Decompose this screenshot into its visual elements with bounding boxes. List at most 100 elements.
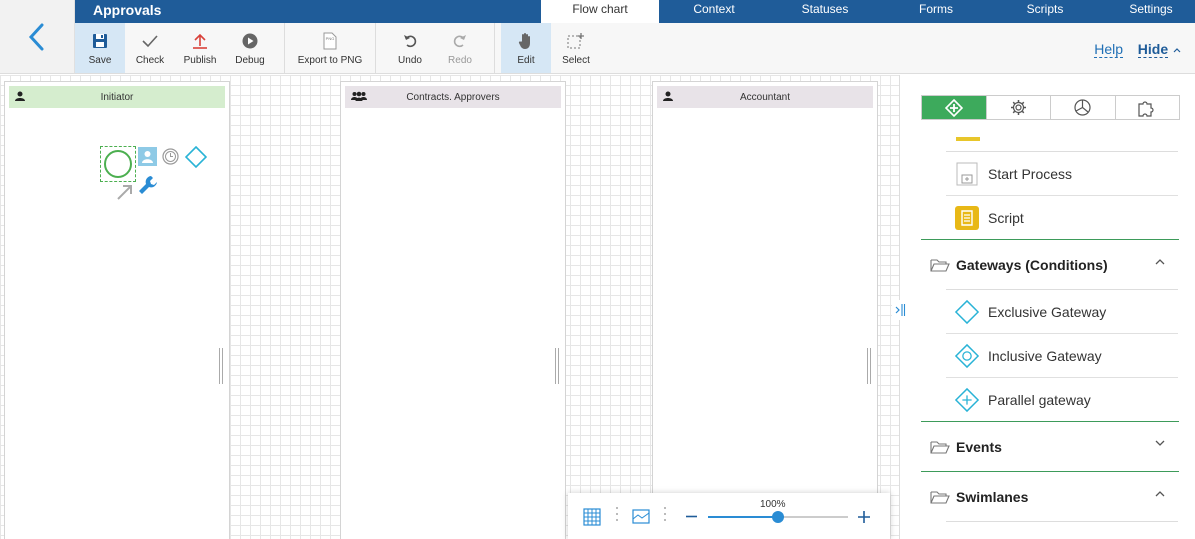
item-script[interactable]: Script	[946, 196, 1178, 240]
zoom-slider[interactable]	[708, 511, 848, 523]
wrench-icon[interactable]	[137, 174, 159, 196]
undo-button[interactable]: Undo	[385, 23, 435, 73]
section-swimlanes[interactable]: Swimlanes	[921, 471, 1179, 521]
tab-forms[interactable]: Forms	[881, 0, 991, 23]
swimlane-title: Contracts. Approvers	[406, 91, 500, 103]
assign-task-icon[interactable]	[138, 147, 157, 166]
chevron-down-icon	[1155, 440, 1165, 446]
select-mode-button[interactable]: Select	[551, 23, 601, 73]
zoom-in-icon[interactable]	[858, 511, 870, 523]
item-parallel-gateway[interactable]: Parallel gateway	[946, 378, 1178, 422]
edit-mode-button[interactable]: Edit	[501, 23, 551, 73]
gear-icon	[1010, 100, 1026, 115]
section-gateways[interactable]: Gateways (Conditions)	[921, 239, 1179, 289]
item-label: Exclusive Gateway	[988, 303, 1107, 320]
item-divider	[946, 521, 1178, 522]
item-start-process[interactable]: Start Process	[946, 152, 1178, 196]
section-title: Swimlanes	[956, 488, 1029, 505]
toolbar-divider	[494, 23, 495, 73]
tab-flow-chart[interactable]: Flow chart	[541, 0, 659, 23]
tab-elements[interactable]	[922, 96, 987, 119]
swimlane-accountant[interactable]: Accountant	[652, 81, 878, 539]
flowchart-canvas[interactable]: Initiator Contracts. Approvers Accountan…	[0, 75, 899, 539]
section-title: Gateways (Conditions)	[956, 256, 1108, 273]
back-button[interactable]	[0, 0, 75, 74]
hide-button[interactable]: Hide	[1137, 41, 1181, 58]
section-title: Events	[956, 438, 1002, 455]
upload-arrow-icon	[192, 31, 208, 51]
item-label: Script	[988, 209, 1024, 226]
elements-panel: Start Process Script Gateways (Condition…	[899, 75, 1195, 539]
selection-icon	[567, 31, 585, 51]
floppy-disk-icon	[92, 31, 108, 51]
zoom-slider-knob[interactable]	[772, 511, 784, 523]
lane-resize-handle[interactable]	[555, 348, 559, 384]
inclusive-gateway-icon	[955, 343, 979, 368]
item-inclusive-gateway[interactable]: Inclusive Gateway	[946, 334, 1178, 378]
swimlane-contracts-approvers[interactable]: Contracts. Approvers	[340, 81, 566, 539]
tab-settings[interactable]: Settings	[1099, 0, 1195, 23]
redo-button[interactable]: Redo	[435, 23, 485, 73]
swimlane-header[interactable]: Initiator	[9, 86, 225, 108]
app-title: Approvals	[93, 2, 162, 18]
parallel-gateway-icon	[955, 387, 979, 413]
tab-scripts[interactable]: Scripts	[991, 0, 1099, 23]
tab-settings-panel[interactable]	[987, 96, 1051, 119]
save-label: Save	[88, 55, 112, 66]
zoom-panel: 100%	[568, 493, 890, 539]
publish-label: Publish	[183, 55, 217, 66]
png-file-icon: PNG	[323, 31, 337, 51]
check-label: Check	[135, 55, 165, 66]
tab-statuses[interactable]: Statuses	[769, 0, 881, 23]
main-tabs: Flow chart Context Statuses Forms Script…	[541, 0, 1195, 23]
tab-context[interactable]: Context	[659, 0, 769, 23]
zoom-out-icon[interactable]	[686, 511, 697, 522]
top-bar: Approvals Flow chart Context Statuses Fo…	[75, 0, 1195, 23]
chevron-left-icon	[28, 23, 44, 50]
exclusive-gateway-icon	[955, 299, 979, 324]
chart-icon	[1074, 99, 1091, 116]
minimap-icon[interactable]	[632, 509, 650, 524]
tab-extensions[interactable]	[1116, 96, 1180, 119]
start-event[interactable]	[100, 146, 136, 182]
check-button[interactable]: Check	[125, 23, 175, 73]
debug-label: Debug	[235, 55, 265, 66]
hide-label: Hide	[1137, 41, 1169, 58]
save-button[interactable]: Save	[75, 23, 125, 73]
folder-open-icon	[930, 440, 950, 454]
edit-label: Edit	[517, 55, 535, 66]
user-icon	[15, 91, 25, 101]
tab-chart[interactable]	[1051, 96, 1116, 119]
redo-icon	[453, 31, 467, 51]
lane-resize-handle[interactable]	[219, 348, 223, 384]
swimlane-title: Accountant	[739, 91, 791, 103]
undo-icon	[403, 31, 417, 51]
start-process-icon	[955, 162, 979, 186]
chevron-up-icon	[1155, 259, 1165, 265]
swimlane-header[interactable]: Accountant	[657, 86, 873, 108]
export-png-button[interactable]: PNG Export to PNG	[290, 23, 370, 73]
folder-open-icon	[930, 490, 950, 504]
users-group-icon	[351, 91, 367, 101]
gateway-diamond-icon[interactable]	[185, 146, 207, 168]
lane-resize-handle[interactable]	[867, 348, 871, 384]
grid-toggle-icon[interactable]	[583, 508, 601, 526]
hand-icon	[518, 31, 534, 51]
item-exclusive-gateway[interactable]: Exclusive Gateway	[946, 290, 1178, 334]
timer-event-icon[interactable]	[162, 148, 179, 165]
swimlane-header[interactable]: Contracts. Approvers	[345, 86, 561, 108]
export-png-label: Export to PNG	[297, 55, 363, 66]
publish-button[interactable]: Publish	[175, 23, 225, 73]
play-circle-icon	[242, 31, 258, 51]
swimlane-initiator[interactable]: Initiator	[4, 81, 230, 539]
chevron-up-icon	[1173, 48, 1181, 53]
section-events[interactable]: Events	[921, 421, 1179, 471]
panel-collapse-handle[interactable]	[892, 300, 908, 320]
swimlane-title: Initiator	[100, 91, 134, 103]
toolbar-divider	[375, 23, 376, 73]
zoom-percent: 100%	[760, 499, 786, 510]
toolbar-divider	[616, 507, 618, 523]
debug-button[interactable]: Debug	[225, 23, 275, 73]
connector-arrow-icon[interactable]	[115, 182, 135, 202]
help-link[interactable]: Help	[1094, 41, 1123, 58]
